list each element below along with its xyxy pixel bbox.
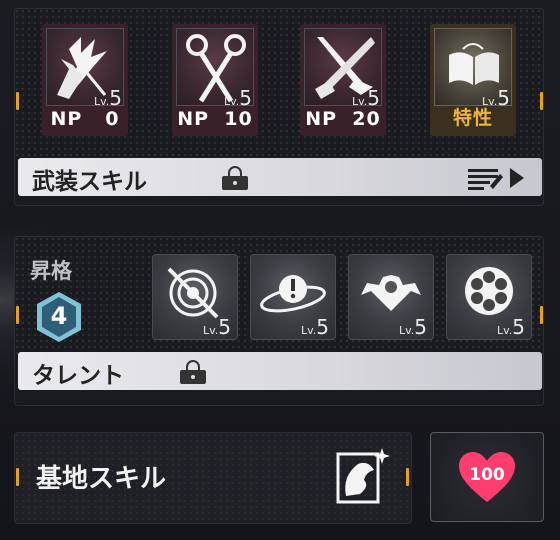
- panel-marker: [16, 306, 19, 324]
- skill-level: Lv.5: [351, 86, 380, 110]
- lock-icon: [180, 360, 206, 384]
- trait-label: 特性: [452, 107, 493, 129]
- panel-marker: [540, 306, 543, 324]
- skill-level: Lv.5: [223, 86, 252, 110]
- affinity-box[interactable]: 100: [430, 432, 544, 522]
- skill-level: Lv.5: [398, 315, 427, 339]
- lock-icon: [222, 166, 248, 190]
- panel-marker: [406, 468, 409, 486]
- skill-level: Lv.5: [300, 315, 329, 339]
- np-cost: NP 10: [177, 108, 253, 130]
- panel-marker: [540, 92, 543, 110]
- skill-level: Lv.5: [496, 315, 525, 339]
- base-skill-label: 基地スキル: [36, 464, 167, 494]
- panel-marker: [16, 468, 19, 486]
- list-arrow-icon[interactable]: [466, 166, 530, 194]
- talent-label: タレント: [32, 363, 124, 389]
- skill-card-np20[interactable]: Lv.5 NP 20: [300, 24, 386, 136]
- ascension-skill-3[interactable]: Lv.5: [348, 254, 434, 340]
- leaf-card-icon[interactable]: [330, 446, 394, 506]
- weapon-skill-label: 武装スキル: [32, 169, 147, 195]
- np-cost: NP 0: [50, 108, 120, 130]
- ascension-skill-1[interactable]: Lv.5: [152, 254, 238, 340]
- skill-level: Lv.5: [93, 86, 122, 110]
- trait-card[interactable]: Lv.5 特性: [430, 24, 516, 136]
- talent-bar[interactable]: タレント: [18, 352, 542, 390]
- panel-marker: [16, 92, 19, 110]
- skill-card-np10[interactable]: Lv.5 NP 10: [172, 24, 258, 136]
- weapon-skill-bar[interactable]: 武装スキル: [18, 158, 542, 196]
- ascension-skill-2[interactable]: Lv.5: [250, 254, 336, 340]
- rank-badge: 4: [34, 290, 84, 344]
- skill-level: Lv.5: [202, 315, 231, 339]
- np-cost: NP 20: [305, 108, 381, 130]
- ascension-skill-4[interactable]: Lv.5: [446, 254, 532, 340]
- affinity-value: 100: [469, 465, 505, 485]
- skill-card-np0[interactable]: Lv.5 NP 0: [42, 24, 128, 136]
- ascension-label: 昇格: [30, 259, 72, 283]
